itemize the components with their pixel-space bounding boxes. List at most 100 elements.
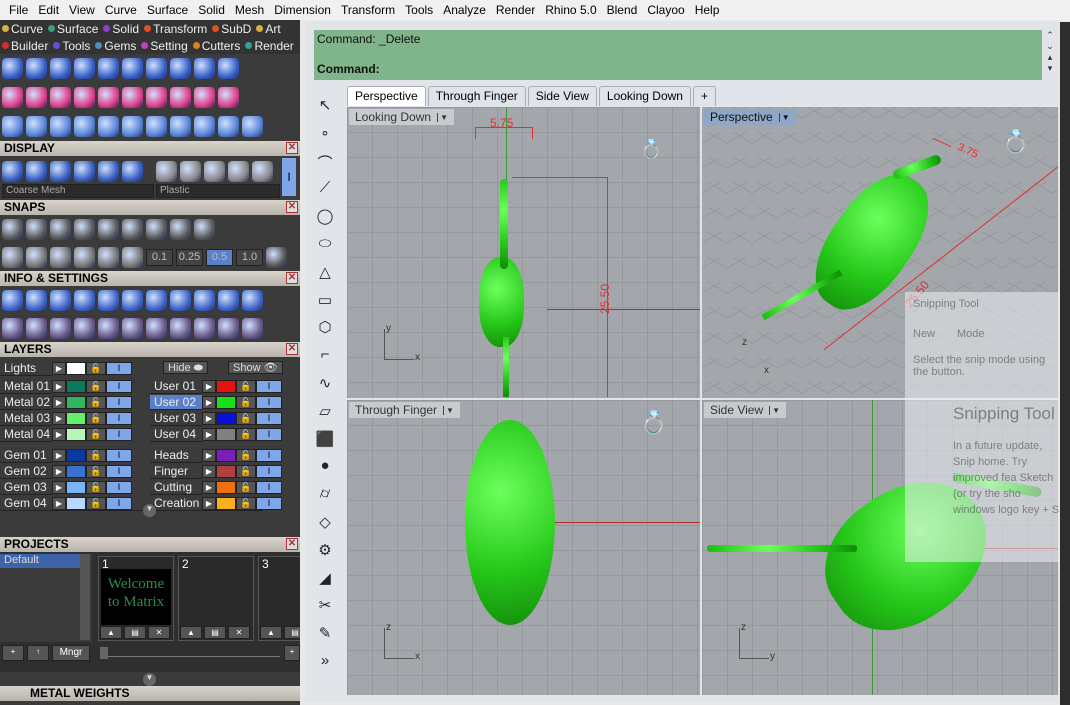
snip-mode-button[interactable]: Mode [957, 328, 985, 340]
snap-tan-icon[interactable] [170, 218, 191, 240]
layer-color-swatch[interactable] [66, 395, 86, 409]
rotate-corner-icon[interactable] [122, 116, 143, 137]
slot-slider[interactable] [100, 647, 280, 659]
layer-expand-icon[interactable]: ▶ [52, 411, 66, 425]
layer-expand-icon[interactable]: ▶ [202, 427, 216, 441]
circle-icon[interactable] [2, 58, 23, 79]
delete-icon[interactable]: ✕ [148, 626, 170, 639]
select-arrow-icon[interactable]: ↖ [314, 96, 336, 118]
layer-visible-toggle[interactable]: I [106, 464, 132, 478]
layer-gem-03[interactable]: Gem 03 ▶ 🔓 I [0, 479, 140, 495]
wrench-icon[interactable] [26, 289, 47, 311]
burst-icon[interactable] [146, 116, 167, 137]
layer-expand-icon[interactable]: ▶ [52, 379, 66, 393]
layer-user-01[interactable]: User 01 ▶ 🔓 I [150, 378, 290, 394]
settings-gears-icon[interactable] [2, 289, 23, 311]
chrome-sphere-icon[interactable] [180, 160, 201, 182]
glass-sphere-icon[interactable] [228, 160, 249, 182]
cross-axis-icon[interactable] [26, 160, 47, 182]
layer-expand-icon[interactable]: ▶ [202, 448, 216, 462]
layer-name[interactable]: Metal 02 [0, 395, 52, 410]
layer-name[interactable]: Gem 04 [0, 496, 52, 511]
matrix-tab-tools[interactable]: Tools [51, 39, 90, 53]
layer-color-swatch[interactable] [66, 427, 86, 441]
display-toggle[interactable]: I [282, 158, 296, 196]
delete-icon[interactable]: ✕ [228, 626, 250, 639]
snip-new-button[interactable]: New [913, 328, 935, 340]
point-add-icon[interactable] [2, 87, 23, 108]
layer-visible-toggle[interactable]: I [106, 379, 132, 393]
layer-lights[interactable]: Lights ▶ 🔓 I [0, 360, 132, 376]
layer-gem-01[interactable]: Gem 01 ▶ 🔓 I [0, 447, 140, 463]
matrix-tab-subd[interactable]: SubD [210, 22, 251, 36]
layer-name[interactable]: User 03 [150, 411, 202, 426]
snap-grid-toggle-icon[interactable] [266, 246, 287, 268]
book-icon[interactable] [74, 317, 95, 339]
matrix-tab-cutters[interactable]: Cutters [191, 39, 240, 53]
arc-icon[interactable] [26, 116, 47, 137]
menu-dimension[interactable]: Dimension [269, 3, 336, 17]
layer-name[interactable]: Gem 02 [0, 464, 52, 479]
project-slot-3[interactable]: 3 ▲▤✕ [258, 556, 300, 641]
layer-color-swatch[interactable] [216, 427, 236, 441]
monitor-icon[interactable] [26, 317, 47, 339]
dropdown-icon[interactable]: ▼ [443, 405, 454, 415]
project-item-default[interactable]: Default [0, 554, 82, 568]
layer-visible-toggle[interactable]: I [106, 480, 132, 494]
manager-button[interactable]: Mngr [52, 645, 90, 661]
layer-visible-toggle[interactable]: I [256, 427, 282, 441]
menu-help[interactable]: Help [690, 3, 725, 17]
lock-icon[interactable]: 🔓 [236, 448, 256, 462]
matrix-tab-builder[interactable]: Builder [0, 39, 48, 53]
split-figure-icon[interactable] [74, 116, 95, 137]
snap-project-icon[interactable] [122, 246, 143, 268]
gumball-cyan-icon[interactable] [242, 317, 263, 339]
layer-expand-icon[interactable]: ▶ [52, 395, 66, 409]
notepad-icon[interactable] [122, 289, 143, 311]
fillet-curve-icon[interactable] [50, 116, 71, 137]
snap-value-0.5[interactable]: 0.5 [206, 248, 233, 266]
snap-near-icon[interactable] [26, 218, 47, 240]
layer-expand-icon[interactable]: ▶ [202, 395, 216, 409]
layer-visible-toggle[interactable]: I [256, 480, 282, 494]
grid-display-icon[interactable] [2, 160, 23, 182]
rectangle-icon[interactable]: ▭ [314, 291, 336, 313]
add-slot-button[interactable]: + [284, 645, 300, 661]
layer-expand-icon[interactable]: ▶ [52, 448, 66, 462]
surface-icon[interactable]: ▱ [314, 402, 336, 424]
curve-helix-icon[interactable] [26, 58, 47, 79]
signet-book-icon[interactable] [218, 58, 239, 79]
viewport-through-finger[interactable]: Through Finger ▼ 💍 zx [347, 400, 700, 695]
upload-icon[interactable]: ▲ [260, 626, 282, 639]
matrix-tab-art[interactable]: Art [254, 22, 281, 36]
analyze-icon[interactable]: ◢ [314, 569, 336, 591]
save-icon[interactable]: ▤ [124, 626, 146, 639]
close-icon[interactable]: ✕ [286, 201, 298, 213]
menu-analyze[interactable]: Analyze [438, 3, 491, 17]
menu-surface[interactable]: Surface [142, 3, 193, 17]
layer-gem-02[interactable]: Gem 02 ▶ 🔓 I [0, 463, 140, 479]
layer-expand-icon[interactable]: ▶ [52, 427, 66, 441]
menu-rhino-5-0[interactable]: Rhino 5.0 [540, 3, 601, 17]
layer-name[interactable]: Metal 03 [0, 411, 52, 426]
link-frame-icon[interactable] [170, 116, 191, 137]
material-select[interactable]: Plastic [156, 184, 280, 198]
lock-icon[interactable]: 🔓 [236, 379, 256, 393]
arc-points-icon[interactable] [74, 87, 95, 108]
gear-icon[interactable]: ⚙ [314, 541, 336, 563]
add-project-button[interactable]: + [2, 645, 24, 661]
layer-name[interactable]: User 02 [150, 394, 202, 410]
close-icon[interactable]: ✕ [286, 343, 298, 355]
layers-stack-icon[interactable] [50, 289, 71, 311]
layer-color-swatch[interactable] [216, 379, 236, 393]
layer-visible-toggle[interactable]: I [106, 496, 132, 510]
broom-icon[interactable] [170, 289, 191, 311]
menu-file[interactable]: File [4, 3, 33, 17]
tab-perspective[interactable]: Perspective [347, 86, 426, 106]
layer-metal-03[interactable]: Metal 03 ▶ 🔓 I [0, 410, 140, 426]
layer-expand-icon[interactable]: ▶ [202, 379, 216, 393]
menu-transform[interactable]: Transform [336, 3, 400, 17]
box-icon[interactable]: ⬛ [314, 430, 336, 452]
up-project-button[interactable]: ↑ [27, 645, 49, 661]
matte-sphere-icon[interactable] [156, 160, 177, 182]
